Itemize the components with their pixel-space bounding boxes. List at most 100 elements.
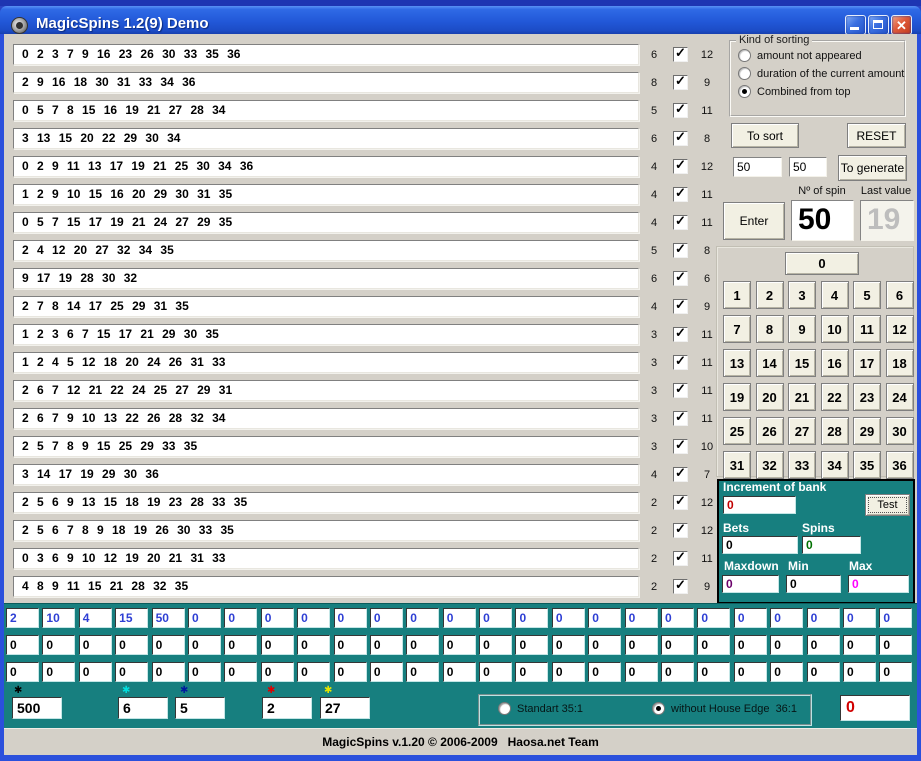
bet-cell[interactable]: 0 <box>188 662 221 682</box>
bet-cell[interactable]: 0 <box>625 635 658 655</box>
bet-cell[interactable]: 0 <box>479 635 512 655</box>
bet-cell[interactable]: 0 <box>515 662 548 682</box>
spin-sequence-field[interactable]: 3 13 15 20 22 29 30 34 <box>13 128 639 149</box>
bet-cell[interactable]: 0 <box>734 662 767 682</box>
bet-cell[interactable]: 0 <box>188 635 221 655</box>
number-button-9[interactable]: 9 <box>788 315 816 343</box>
spin-sequence-field[interactable]: 0 5 7 15 17 19 21 24 27 29 35 <box>13 212 639 233</box>
spins-input[interactable]: 0 <box>802 536 861 554</box>
bet-cell[interactable]: 0 <box>734 608 767 628</box>
bet-cell[interactable]: 0 <box>152 635 185 655</box>
row-checkbox[interactable]: ✓ <box>673 103 688 118</box>
bet-cell[interactable]: 0 <box>625 608 658 628</box>
bet-cell[interactable]: 0 <box>188 608 221 628</box>
bet-cell[interactable]: 0 <box>261 662 294 682</box>
number-button-36[interactable]: 36 <box>886 451 914 479</box>
spin-sequence-field[interactable]: 0 2 3 7 9 16 23 26 30 33 35 36 <box>13 44 639 65</box>
bet-cell[interactable]: 0 <box>152 662 185 682</box>
payout-option[interactable]: Standart 35:1 <box>498 702 583 715</box>
number-button-17[interactable]: 17 <box>853 349 881 377</box>
row-checkbox[interactable]: ✓ <box>673 243 688 258</box>
number-button-6[interactable]: 6 <box>886 281 914 309</box>
bet-cell[interactable]: 0 <box>406 662 439 682</box>
bet-cell[interactable]: 0 <box>224 635 257 655</box>
number-button-29[interactable]: 29 <box>853 417 881 445</box>
bet-cell[interactable]: 0 <box>406 608 439 628</box>
minimize-button[interactable] <box>845 15 866 35</box>
bet-cell[interactable]: 0 <box>443 635 476 655</box>
bet-cell[interactable]: 0 <box>552 635 585 655</box>
number-button-23[interactable]: 23 <box>853 383 881 411</box>
spin-sequence-field[interactable]: 1 2 3 6 7 15 17 21 29 30 35 <box>13 324 639 345</box>
bet-cell[interactable]: 0 <box>224 608 257 628</box>
row-checkbox[interactable]: ✓ <box>673 495 688 510</box>
bet-cell[interactable]: 50 <box>152 608 185 628</box>
bet-cell[interactable]: 0 <box>334 608 367 628</box>
payout-option[interactable]: without House Edge 36:1 <box>652 702 797 715</box>
result-input[interactable]: 0 <box>840 695 910 721</box>
bet-cell[interactable]: 0 <box>843 635 876 655</box>
bet-cell[interactable]: 0 <box>879 608 912 628</box>
bet-cell[interactable]: 0 <box>770 662 803 682</box>
number-button-32[interactable]: 32 <box>756 451 784 479</box>
row-checkbox[interactable]: ✓ <box>673 215 688 230</box>
row-checkbox[interactable]: ✓ <box>673 47 688 62</box>
row-checkbox[interactable]: ✓ <box>673 355 688 370</box>
number-button-24[interactable]: 24 <box>886 383 914 411</box>
to-sort-button[interactable]: To sort <box>731 123 799 148</box>
number-button-3[interactable]: 3 <box>788 281 816 309</box>
number-button-16[interactable]: 16 <box>821 349 849 377</box>
spin-sequence-field[interactable]: 2 5 7 8 9 15 25 29 33 35 <box>13 436 639 457</box>
spin-sequence-field[interactable]: 0 3 6 9 10 12 19 20 21 31 33 <box>13 548 639 569</box>
spin-sequence-field[interactable]: 2 7 8 14 17 25 29 31 35 <box>13 296 639 317</box>
number-button-19[interactable]: 19 <box>723 383 751 411</box>
row-checkbox[interactable]: ✓ <box>673 579 688 594</box>
bet-cell[interactable]: 0 <box>661 608 694 628</box>
spin-sequence-field[interactable]: 1 2 9 10 15 16 20 29 30 31 35 <box>13 184 639 205</box>
row-checkbox[interactable]: ✓ <box>673 131 688 146</box>
bet-cell[interactable]: 0 <box>479 662 512 682</box>
bet-cell[interactable]: 0 <box>443 662 476 682</box>
bet-cell[interactable]: 0 <box>334 662 367 682</box>
bet-cell[interactable]: 0 <box>479 608 512 628</box>
bet-cell[interactable]: 0 <box>79 662 112 682</box>
number-button-7[interactable]: 7 <box>723 315 751 343</box>
sorting-option[interactable]: amount not appeared <box>738 49 900 62</box>
number-button-25[interactable]: 25 <box>723 417 751 445</box>
maximize-button[interactable] <box>868 15 889 35</box>
min-input[interactable]: 0 <box>786 575 841 593</box>
bet-cell[interactable]: 0 <box>261 635 294 655</box>
bottom-input-4[interactable]: 2 <box>262 697 312 719</box>
generate-count-input-2[interactable]: 50 <box>789 157 827 177</box>
row-checkbox[interactable]: ✓ <box>673 383 688 398</box>
increment-of-bank-input[interactable]: 0 <box>723 496 796 514</box>
bet-cell[interactable]: 0 <box>697 608 730 628</box>
bet-cell[interactable]: 2 <box>6 608 39 628</box>
bet-cell[interactable]: 0 <box>515 608 548 628</box>
bet-cell[interactable]: 10 <box>42 608 75 628</box>
bet-cell[interactable]: 0 <box>588 662 621 682</box>
spin-sequence-field[interactable]: 0 5 7 8 15 16 19 21 27 28 34 <box>13 100 639 121</box>
bet-cell[interactable]: 0 <box>42 635 75 655</box>
number-button-10[interactable]: 10 <box>821 315 849 343</box>
maxdown-input[interactable]: 0 <box>722 575 779 593</box>
spin-sequence-field[interactable]: 2 9 16 18 30 31 33 34 36 <box>13 72 639 93</box>
spin-sequence-field[interactable]: 1 2 4 5 12 18 20 24 26 31 33 <box>13 352 639 373</box>
enter-button[interactable]: Enter <box>723 202 785 240</box>
bet-cell[interactable]: 0 <box>6 635 39 655</box>
bet-cell[interactable]: 0 <box>515 635 548 655</box>
row-checkbox[interactable]: ✓ <box>673 467 688 482</box>
number-button-5[interactable]: 5 <box>853 281 881 309</box>
sorting-option[interactable]: duration of the current amount <box>738 67 900 80</box>
bet-cell[interactable]: 0 <box>588 608 621 628</box>
number-button-35[interactable]: 35 <box>853 451 881 479</box>
number-button-20[interactable]: 20 <box>756 383 784 411</box>
bet-cell[interactable]: 0 <box>661 662 694 682</box>
generate-count-input[interactable]: 50 <box>733 157 782 177</box>
bet-cell[interactable]: 0 <box>552 662 585 682</box>
spin-sequence-field[interactable]: 0 2 9 11 13 17 19 21 25 30 34 36 <box>13 156 639 177</box>
close-button[interactable]: ✕ <box>891 15 912 35</box>
bet-cell[interactable]: 0 <box>661 635 694 655</box>
bottom-input-2[interactable]: 6 <box>118 697 168 719</box>
number-button-21[interactable]: 21 <box>788 383 816 411</box>
